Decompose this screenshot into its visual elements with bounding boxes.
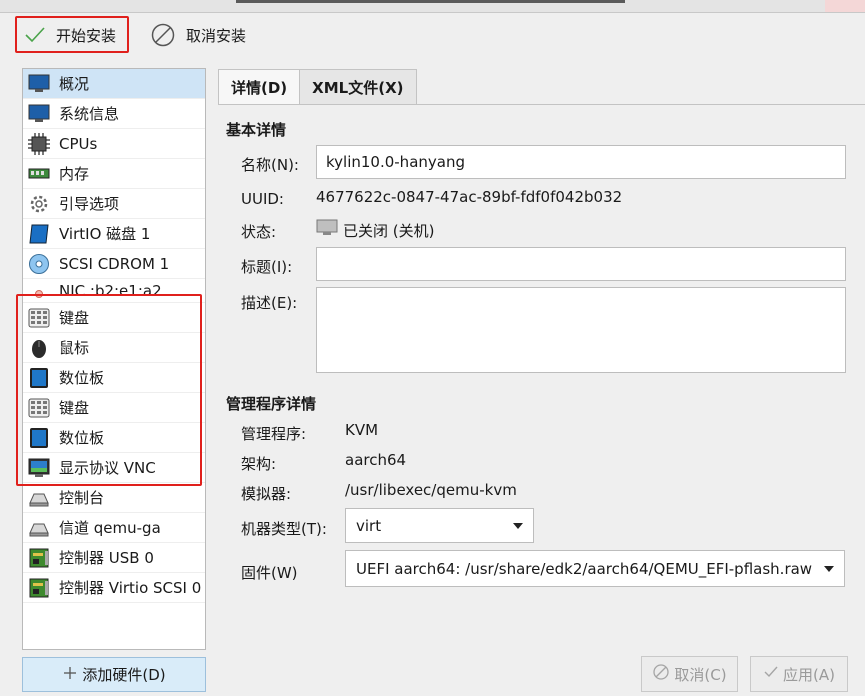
cancel-install-button[interactable]: 取消安装 (150, 18, 246, 52)
chevron-down-icon (513, 522, 523, 529)
sidebar-item-console[interactable]: 控制台 (23, 483, 205, 513)
arch-label: 架构: (241, 455, 277, 473)
sidebar-item-label: 引导选项 (59, 195, 120, 213)
sidebar-item-label: 控制台 (59, 489, 105, 507)
title-remnant (236, 0, 625, 3)
uuid-label: UUID: (241, 190, 284, 208)
title-label: 标题(I): (241, 258, 293, 276)
cancel-button[interactable]: 取消(C) (641, 656, 738, 692)
console-icon (27, 487, 51, 509)
firmware-value: UEFI aarch64: /usr/share/edk2/aarch64/QE… (356, 559, 813, 578)
monitor-icon (27, 73, 51, 95)
cancel-icon (150, 22, 176, 48)
chevron-down-icon (824, 565, 834, 572)
sidebar-item-label: 系统信息 (59, 105, 120, 123)
checkmark-icon (763, 664, 779, 684)
cancel-install-label: 取消安装 (186, 26, 247, 45)
sidebar-item-cpus[interactable]: CPUs (23, 129, 205, 159)
machine-type-select[interactable]: virt (345, 508, 534, 543)
tab-label: XML文件(X) (312, 79, 404, 97)
emulator-label: 模拟器: (241, 485, 292, 503)
status-value: 已关闭 (关机) (343, 221, 435, 240)
title-input[interactable] (316, 247, 846, 281)
add-hardware-label: 添加硬件(D) (82, 666, 166, 684)
sidebar-item-boot[interactable]: 引导选项 (23, 189, 205, 219)
cancel-icon (652, 663, 670, 685)
sidebar-item-label: CPUs (59, 134, 98, 153)
sidebar-item-label: 信道 qemu-ga (59, 519, 161, 537)
cpu-icon (27, 132, 51, 155)
controller-icon (27, 577, 51, 599)
sidebar-item-label: VirtIO 磁盘 1 (59, 225, 151, 243)
status-label: 状态: (241, 223, 277, 241)
sidebar-item-controller-usb[interactable]: 控制器 USB 0 (23, 543, 205, 573)
controller-icon (27, 547, 51, 569)
monitor-icon (27, 103, 51, 125)
machine-type-value: virt (356, 516, 382, 535)
add-hardware-button[interactable]: 添加硬件(D) (22, 657, 206, 692)
sidebar-item-label: 控制器 Virtio SCSI 0 (59, 579, 202, 597)
uuid-value: 4677622c-0847-47ac-89bf-fdf0f042b032 (316, 188, 623, 206)
gear-icon (27, 193, 51, 215)
name-input[interactable]: kylin10.0-hanyang (316, 145, 846, 179)
cdrom-icon (27, 253, 51, 275)
cancel-label: 取消(C) (674, 665, 727, 684)
tab-divider (218, 104, 865, 105)
sidebar-item-label: 概况 (59, 75, 90, 93)
sidebar-item-memory[interactable]: 内存 (23, 159, 205, 189)
toolbar: 开始安装 取消安装 (0, 12, 865, 58)
close-button[interactable] (825, 0, 865, 12)
hypervisor-label: 管理程序: (241, 425, 307, 443)
basic-details-title: 基本详情 (226, 121, 287, 139)
memory-icon (27, 163, 51, 185)
sidebar-item-controller-scsi[interactable]: 控制器 Virtio SCSI 0 (23, 573, 205, 603)
apply-label: 应用(A) (783, 665, 835, 684)
description-textarea[interactable] (316, 287, 846, 373)
tab-label: 详情(D) (231, 79, 288, 97)
hypervisor-value: KVM (345, 421, 379, 439)
plus-icon (62, 665, 78, 685)
sidebar-item-label: SCSI CDROM 1 (59, 254, 170, 273)
firmware-select[interactable]: UEFI aarch64: /usr/share/edk2/aarch64/QE… (345, 550, 845, 587)
disk-icon (27, 223, 51, 245)
sidebar-item-sysinfo[interactable]: 系统信息 (23, 99, 205, 129)
name-label: 名称(N): (241, 156, 299, 174)
status-value-group: 已关闭 (关机) (316, 219, 434, 241)
tab-xml[interactable]: XML文件(X) (299, 69, 417, 105)
apply-button[interactable]: 应用(A) (750, 656, 848, 692)
highlight-box-devices (16, 294, 202, 486)
sidebar-item-cdrom[interactable]: SCSI CDROM 1 (23, 249, 205, 279)
firmware-label: 固件(W) (241, 564, 298, 582)
tab-details[interactable]: 详情(D) (218, 69, 301, 105)
description-label: 描述(E): (241, 294, 298, 312)
highlight-box-start (15, 16, 129, 53)
sidebar-item-label: 控制器 USB 0 (59, 549, 154, 567)
sidebar-item-overview[interactable]: 概况 (23, 69, 205, 99)
sidebar-item-channel[interactable]: 信道 qemu-ga (23, 513, 205, 543)
tab-bar: 详情(D) XML文件(X) (218, 69, 417, 105)
name-value: kylin10.0-hanyang (326, 153, 465, 171)
machine-type-label: 机器类型(T): (241, 520, 327, 538)
hypervisor-details-title: 管理程序详情 (226, 395, 317, 413)
channel-icon (27, 517, 51, 539)
sidebar-item-disk[interactable]: VirtIO 磁盘 1 (23, 219, 205, 249)
emulator-value: /usr/libexec/qemu-kvm (345, 481, 517, 499)
arch-value: aarch64 (345, 451, 407, 469)
sidebar-item-label: 内存 (59, 165, 90, 183)
shutoff-monitor-icon (316, 219, 338, 241)
